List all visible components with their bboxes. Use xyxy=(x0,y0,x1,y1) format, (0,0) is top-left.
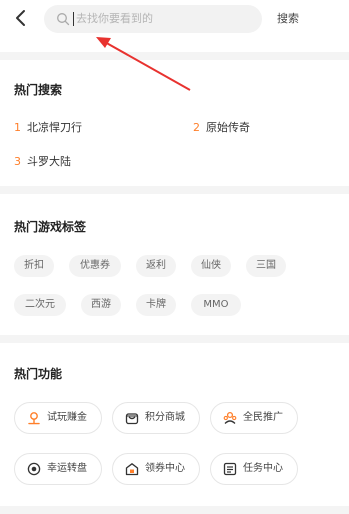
tag-chip[interactable]: 折扣 xyxy=(14,255,54,277)
function-button-trial-earn[interactable]: 试玩赚金 xyxy=(14,402,102,434)
hot-search-item[interactable]: 1 北凉悍刀行 xyxy=(14,121,82,135)
function-label: 全民推广 xyxy=(243,412,283,423)
hot-search-title: 热门搜索 xyxy=(14,83,63,97)
function-label: 任务中心 xyxy=(243,463,283,474)
tag-chip[interactable]: 卡牌 xyxy=(136,294,176,316)
section-divider xyxy=(0,186,349,194)
function-button-coupon-center[interactable]: 领券中心 xyxy=(112,453,200,485)
hot-search-label: 北凉悍刀行 xyxy=(27,121,82,134)
section-divider xyxy=(0,52,349,60)
hot-search-rank: 1 xyxy=(14,121,21,134)
task-list-icon xyxy=(223,462,237,476)
function-label: 领券中心 xyxy=(145,463,185,474)
search-icon xyxy=(57,13,70,26)
hot-search-rank: 2 xyxy=(193,121,200,134)
section-divider xyxy=(0,335,349,343)
function-button-promotion[interactable]: 全民推广 xyxy=(210,402,298,434)
hot-search-item[interactable]: 3 斗罗大陆 xyxy=(14,155,71,169)
coupon-icon xyxy=(125,463,139,476)
top-bar: 去找你要看到的 搜索 xyxy=(0,0,349,38)
shop-icon xyxy=(125,413,139,425)
tag-chip[interactable]: 返利 xyxy=(136,255,176,277)
search-input[interactable]: 去找你要看到的 xyxy=(44,5,262,33)
function-label: 幸运转盘 xyxy=(47,463,87,474)
hot-search-label: 原始传奇 xyxy=(206,121,250,134)
tag-chip[interactable]: MMO xyxy=(191,294,241,316)
function-button-lucky-wheel[interactable]: 幸运转盘 xyxy=(14,453,102,485)
search-placeholder: 去找你要看到的 xyxy=(76,12,153,25)
search-button[interactable]: 搜索 xyxy=(277,11,299,27)
person-pin-icon xyxy=(28,412,40,425)
annotation-arrow-icon xyxy=(96,37,191,91)
function-label: 试玩赚金 xyxy=(47,412,87,423)
back-arrow-icon[interactable] xyxy=(14,9,28,27)
tag-chip[interactable]: 仙侠 xyxy=(191,255,231,277)
hot-search-item[interactable]: 2 原始传奇 xyxy=(193,121,250,135)
tag-chip[interactable]: 二次元 xyxy=(14,294,66,316)
people-icon xyxy=(223,411,237,424)
hot-functions-title: 热门功能 xyxy=(14,367,63,381)
hot-search-label: 斗罗大陆 xyxy=(27,155,71,168)
tag-chip[interactable]: 三国 xyxy=(246,255,286,277)
hot-tags-title: 热门游戏标签 xyxy=(14,220,87,234)
function-button-points-mall[interactable]: 积分商城 xyxy=(112,402,200,434)
wheel-icon xyxy=(27,462,41,476)
function-label: 积分商城 xyxy=(145,412,185,423)
section-divider xyxy=(0,506,349,514)
hot-search-rank: 3 xyxy=(14,155,21,168)
tag-chip[interactable]: 优惠券 xyxy=(69,255,121,277)
text-cursor xyxy=(73,12,74,26)
tag-chip[interactable]: 西游 xyxy=(81,294,121,316)
function-button-task-center[interactable]: 任务中心 xyxy=(210,453,298,485)
